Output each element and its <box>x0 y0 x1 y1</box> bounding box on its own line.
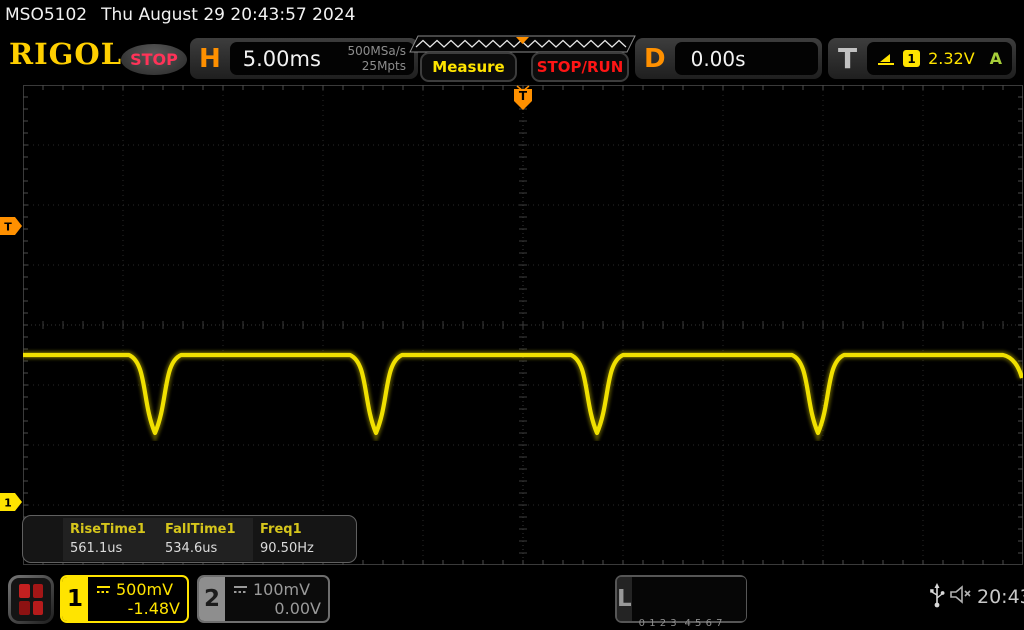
bottom-bar: 1 500mV -1.48V 2 100mV 0.00V L 0 1 2 3 4… <box>0 570 1024 630</box>
trigger-settings[interactable]: T 1 2.32V A <box>828 38 1016 79</box>
trigger-source-chip: 1 <box>903 50 921 67</box>
trigger-label: T <box>838 42 858 75</box>
datetime: Thu August 29 20:43:57 2024 <box>101 5 356 25</box>
delay-label: D <box>644 43 666 74</box>
channel1-offset: -1.48V <box>127 599 180 618</box>
stop-run-button[interactable]: STOP/RUN <box>531 52 629 82</box>
trigger-slope-icon <box>878 53 895 65</box>
memory-depth: 25Mpts <box>361 58 406 73</box>
channel2-block[interactable]: 2 100mV 0.00V <box>197 575 330 623</box>
measurement-freq: Freq1 90.50Hz <box>260 521 314 556</box>
timebase-value: 5.00ms <box>242 46 321 71</box>
status-bar: MSO5102 Thu August 29 20:43:57 2024 <box>5 5 355 25</box>
oscilloscope-screen: MSO5102 Thu August 29 20:43:57 2024 RIGO… <box>0 0 1024 630</box>
channel1-block[interactable]: 1 500mV -1.48V <box>60 575 189 623</box>
delay-value: 0.00s <box>690 46 746 71</box>
logic-channels-block[interactable]: L 0 1 2 3 4 5 6 7 8 9 1011 12131415 <box>615 575 747 629</box>
horizontal-label: H <box>199 43 221 74</box>
graticule[interactable] <box>23 85 1023 565</box>
trigger-position-marker[interactable]: T <box>513 85 533 115</box>
channel1-scale: 500mV <box>116 580 174 599</box>
measurement-panel[interactable]: RiseTime1 561.1us FallTime1 534.6us Freq… <box>22 515 357 563</box>
trigger-level-value: 2.32V <box>928 49 975 68</box>
model-name: MSO5102 <box>5 5 88 25</box>
logic-label: L <box>617 577 632 621</box>
trigger-level-marker[interactable]: T <box>0 217 23 239</box>
horizontal-settings[interactable]: H 5.00ms 500MSa/s 25Mpts <box>190 38 418 79</box>
usb-icon <box>930 583 945 608</box>
measurement-falltime: FallTime1 534.6us <box>158 517 253 561</box>
clock: 20:43 <box>977 586 1024 608</box>
channel2-offset: 0.00V <box>274 599 321 618</box>
rigol-logo: RIGOL <box>9 37 123 71</box>
measure-button[interactable]: Measure <box>420 52 517 82</box>
header-bar: RIGOL STOP H 5.00ms 500MSa/s 25Mpts Meas… <box>0 32 1024 84</box>
trigger-sweep-mode: A <box>989 49 1002 68</box>
speaker-muted-icon[interactable] <box>950 585 974 605</box>
channel1-zero-marker[interactable]: 1 <box>0 493 23 515</box>
dc-coupling-icon <box>234 586 247 593</box>
channel1-waveform <box>23 351 1023 444</box>
measurement-risetime: RiseTime1 561.1us <box>63 517 158 561</box>
channel2-scale: 100mV <box>253 580 311 599</box>
menu-grid-icon[interactable] <box>8 575 54 624</box>
svg-text:T: T <box>519 89 528 103</box>
logic-row1: 0 1 2 3 4 5 6 7 <box>638 618 723 629</box>
svg-text:1: 1 <box>4 497 12 510</box>
acquisition-status-badge: STOP <box>121 44 187 75</box>
svg-text:T: T <box>4 221 12 234</box>
dc-coupling-icon <box>97 586 110 593</box>
delay-settings[interactable]: D 0.00s <box>635 38 822 79</box>
channel2-number: 2 <box>199 577 225 621</box>
sample-rate: 500MSa/s <box>347 44 406 59</box>
channel1-number: 1 <box>62 577 88 621</box>
